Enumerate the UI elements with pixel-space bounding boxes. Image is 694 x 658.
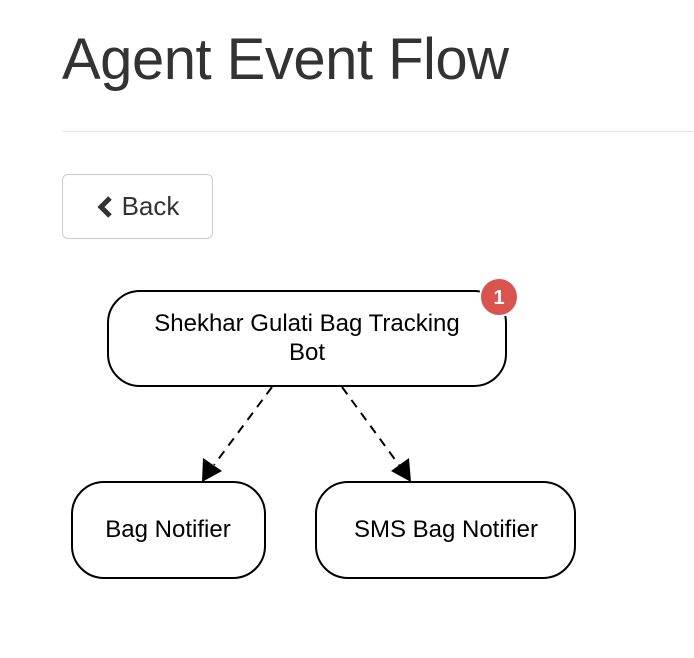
flow-node-bag-notifier-label: Bag Notifier [105, 516, 230, 543]
flow-node-root[interactable]: Shekhar Gulati Bag Tracking Bot [107, 290, 507, 387]
notification-badge-count: 1 [493, 287, 504, 309]
flow-node-root-label-line1: Shekhar Gulati Bag Tracking [154, 310, 460, 337]
flow-edge-root-to-sms-bag-notifier [341, 386, 411, 482]
flow-node-bag-notifier[interactable]: Bag Notifier [71, 481, 266, 579]
flow-node-sms-bag-notifier[interactable]: SMS Bag Notifier [315, 481, 576, 579]
flow-node-sms-bag-notifier-label: SMS Bag Notifier [354, 516, 538, 543]
flow-node-root-label-line2: Bot [289, 339, 325, 366]
flow-edge-root-to-bag-notifier [202, 386, 273, 482]
arrowhead-icon [391, 458, 411, 482]
event-flow-diagram: Shekhar Gulati Bag Tracking Bot 1 Bag No… [71, 277, 576, 579]
arrowhead-icon [202, 458, 222, 482]
notification-badge: 1 [479, 277, 519, 317]
